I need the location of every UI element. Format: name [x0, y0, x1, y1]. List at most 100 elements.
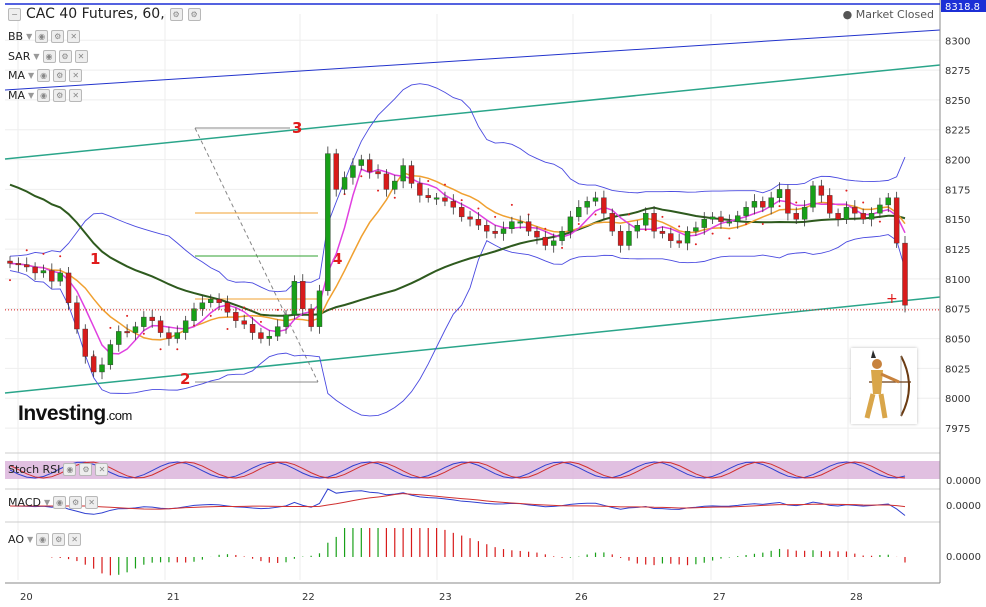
caret-down-icon[interactable]: ▼ [28, 71, 34, 80]
candle-body [793, 213, 799, 220]
candle-body [258, 332, 264, 339]
candle-body [300, 281, 306, 309]
settings-icon[interactable]: ⚙ [187, 7, 201, 21]
y-tick-label: 8175 [945, 185, 970, 196]
sar-dot [795, 201, 798, 204]
eye-icon[interactable]: ◉ [42, 50, 56, 63]
close-icon[interactable]: ✕ [69, 69, 83, 82]
price-chart[interactable]: 1234 0.00000.00000.0000+ 830082758250822… [0, 0, 986, 607]
gear-icon[interactable]: ⚙ [58, 50, 72, 63]
candle-body [417, 183, 423, 196]
close-icon[interactable]: ✕ [68, 533, 82, 546]
candle-body [693, 227, 699, 232]
candle-body [274, 326, 281, 337]
indicator-ma-2[interactable]: MA ▼ ◉ ⚙ ✕ [8, 89, 83, 102]
gear-icon[interactable]: ⚙ [51, 30, 65, 43]
x-tick-label: 21 [167, 592, 180, 603]
sar-dot [510, 203, 513, 206]
gear-icon[interactable]: ⚙ [79, 463, 93, 476]
candle-body [341, 177, 348, 190]
candle-body [760, 201, 766, 208]
indicator-sar[interactable]: SAR ▼ ◉ ⚙ ✕ [8, 50, 88, 63]
candle-body [40, 270, 47, 274]
y-tick-label: 8125 [945, 245, 970, 256]
candle-body [885, 197, 891, 206]
candle-body [475, 219, 482, 226]
eye-icon[interactable]: ◉ [37, 89, 51, 102]
pane-label-macd[interactable]: MACD ▼ ◉ ⚙ ✕ [8, 496, 99, 509]
candle-body [124, 331, 130, 334]
pane-label-stoch-rsi[interactable]: Stoch RSI ◉ ⚙ ✕ [8, 463, 109, 476]
candle-body [99, 364, 105, 373]
candle-body [7, 260, 13, 264]
caret-down-icon[interactable]: ▼ [33, 52, 39, 61]
sar-dot [360, 175, 363, 178]
sar-dot [845, 189, 848, 192]
candle-body [442, 197, 448, 202]
pane-label-ao[interactable]: AO ▼ ◉ ⚙ ✕ [8, 533, 82, 546]
pane-label: Stoch RSI [8, 463, 61, 476]
gear-icon[interactable]: ⚙ [69, 496, 83, 509]
eye-icon[interactable]: ◉ [35, 30, 49, 43]
collapse-icon[interactable]: − [8, 7, 21, 21]
trendline-blue [4, 29, 941, 91]
gear-icon[interactable]: ⚙ [52, 533, 66, 546]
candle-body [701, 219, 707, 228]
eye-icon[interactable]: ◉ [53, 496, 67, 509]
candle-body [643, 213, 649, 226]
candle-body [735, 215, 741, 222]
eye-icon[interactable]: ◉ [63, 463, 77, 476]
eye-icon[interactable]: ◉ [37, 69, 51, 82]
y-tick-label: 8275 [945, 66, 970, 77]
candle-body [609, 213, 615, 232]
candle-body [166, 332, 172, 339]
gear-icon[interactable]: ⚙ [53, 89, 67, 102]
y-tick-label: 8100 [945, 275, 970, 286]
close-icon[interactable]: ✕ [69, 89, 83, 102]
indicator-label: SAR [8, 50, 31, 63]
sar-dot [778, 205, 781, 208]
candle-body [860, 213, 866, 220]
caret-down-icon[interactable]: ▼ [28, 91, 34, 100]
wave-label: 1 [90, 250, 100, 268]
candle-body [366, 159, 373, 172]
sar-dot [862, 201, 865, 204]
sar-dot [761, 223, 764, 226]
x-tick-label: 22 [302, 592, 315, 603]
sar-dot [443, 183, 446, 186]
settings-gear-icon[interactable]: ⚙ [169, 7, 183, 21]
close-icon[interactable]: ✕ [67, 30, 81, 43]
close-icon[interactable]: ✕ [74, 50, 88, 63]
candle-body [835, 213, 841, 220]
y-tick-label: 8200 [945, 156, 970, 167]
gear-icon[interactable]: ⚙ [53, 69, 67, 82]
pane-tick-label: 0.0000 [946, 501, 981, 512]
last-price-label: 8318.8 [945, 2, 980, 13]
close-icon[interactable]: ✕ [95, 463, 109, 476]
caret-down-icon[interactable]: ▼ [26, 32, 32, 41]
candle-body [241, 320, 247, 325]
candle-body [249, 324, 256, 333]
caret-down-icon[interactable]: ▼ [44, 498, 50, 507]
pane-tick-label: 0.0000 [946, 476, 981, 487]
investing-logo: Investing.com [18, 402, 132, 425]
sar-dot [745, 223, 748, 226]
eye-icon[interactable]: ◉ [36, 533, 50, 546]
candle-body [517, 221, 523, 224]
x-tick-label: 23 [439, 592, 452, 603]
sar-dot [694, 243, 697, 246]
candle-body [827, 195, 833, 214]
indicator-bb[interactable]: BB ▼ ◉ ⚙ ✕ [8, 30, 81, 43]
caret-down-icon[interactable]: ▼ [27, 535, 33, 544]
macd-line [9, 488, 906, 516]
pane-tick-label: 0.0000 [946, 552, 981, 563]
sar-dot [494, 215, 497, 218]
candle-body [617, 230, 624, 246]
candle-body [852, 207, 858, 214]
indicator-ma-1[interactable]: MA ▼ ◉ ⚙ ✕ [8, 69, 83, 82]
candle-body [484, 225, 490, 232]
chart-title-row[interactable]: − CAC 40 Futures, 60, ⚙ ⚙ [8, 6, 201, 22]
candle-body [500, 228, 507, 234]
close-icon[interactable]: ✕ [85, 496, 99, 509]
candle-body [559, 230, 565, 241]
